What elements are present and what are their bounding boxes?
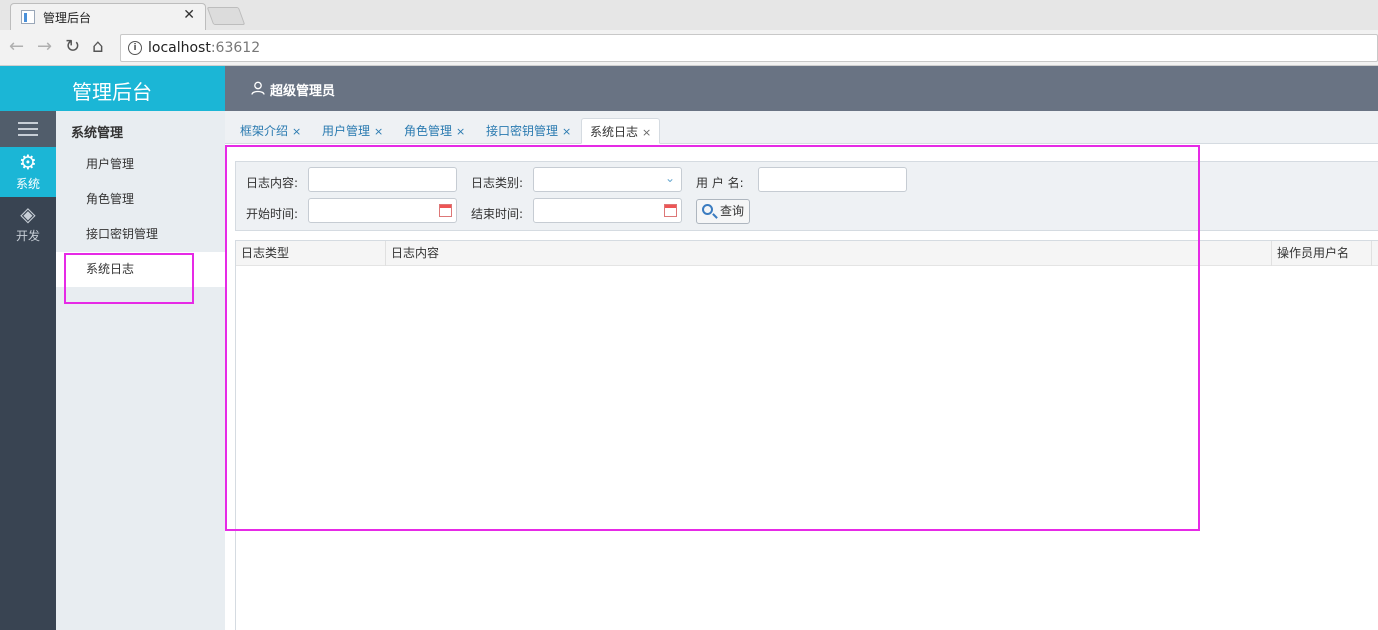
page-favicon-icon xyxy=(21,10,35,24)
browser-tab[interactable]: 管理后台 ✕ xyxy=(10,3,206,30)
gear-icon: ⚙ xyxy=(19,150,37,174)
log-table: 日志类型 日志内容 操作员用户名 xyxy=(235,240,1378,630)
page-tabs: 框架介绍 × 用户管理 × 角色管理 × 接口密钥管理 × 系统日志 × xyxy=(225,111,1378,144)
query-button[interactable]: 查询 xyxy=(696,199,750,224)
start-time-label: 开始时间: xyxy=(246,207,299,221)
menu-toggle-icon[interactable] xyxy=(0,111,56,147)
tab-label: 接口密钥管理 xyxy=(486,124,559,138)
home-icon[interactable]: ⌂ xyxy=(92,36,103,57)
submenu-item-api-keys[interactable]: 接口密钥管理 xyxy=(56,217,225,252)
url-text: localhost:63612 xyxy=(148,40,260,56)
log-content-input[interactable] xyxy=(308,167,457,192)
column-header-operator[interactable]: 操作员用户名 xyxy=(1272,241,1372,266)
tab-label: 系统日志 xyxy=(590,125,639,139)
brand-title: 管理后台 xyxy=(72,80,152,104)
submenu-title: 系统管理 xyxy=(71,126,124,141)
reload-icon[interactable]: ↻ xyxy=(65,36,80,57)
query-button-label: 查询 xyxy=(720,204,745,218)
tab-user-management[interactable]: 用户管理 × xyxy=(314,118,391,144)
top-header: 超级管理员 xyxy=(225,66,1378,111)
rail-item-label: 系统 xyxy=(15,177,40,191)
browser-toolbar: ← → ↻ ⌂ i localhost:63612 xyxy=(0,30,1378,66)
current-user-name[interactable]: 超级管理员 xyxy=(270,80,335,99)
tab-label: 角色管理 xyxy=(404,124,453,138)
column-header-log-type[interactable]: 日志类型 xyxy=(236,241,386,266)
calendar-icon[interactable] xyxy=(439,204,452,217)
log-type-label: 日志类别: xyxy=(471,176,524,190)
calendar-icon[interactable] xyxy=(664,204,677,217)
close-icon[interactable]: × xyxy=(456,125,465,138)
rail-item-develop[interactable]: ◈ 开发 xyxy=(0,199,56,249)
end-time-label: 结束时间: xyxy=(471,207,524,221)
tab-label: 用户管理 xyxy=(322,124,371,138)
tab-system-log[interactable]: 系统日志 × xyxy=(581,118,661,144)
table-header: 日志类型 日志内容 操作员用户名 xyxy=(236,241,1378,266)
cube-icon: ◈ xyxy=(20,202,36,226)
log-type-select[interactable]: ⌄ xyxy=(533,167,682,192)
address-bar[interactable]: i localhost:63612 xyxy=(120,34,1378,62)
admin-app: 管理后台 超级管理员 ⚙ 系统 ◈ 开发 系统管理 用户管理 角色管理 接口密钥… xyxy=(0,66,1378,630)
column-header-log-content[interactable]: 日志内容 xyxy=(386,241,1272,266)
close-icon[interactable]: × xyxy=(642,126,651,139)
new-tab-button[interactable] xyxy=(206,7,246,25)
back-arrow-icon[interactable]: ← xyxy=(9,36,24,57)
info-icon[interactable]: i xyxy=(128,41,142,55)
user-icon xyxy=(251,81,265,95)
column-header-truncated[interactable] xyxy=(1372,241,1378,266)
close-icon[interactable]: × xyxy=(292,125,301,138)
close-tab-icon[interactable]: ✕ xyxy=(183,7,195,23)
submenu-item-users[interactable]: 用户管理 xyxy=(56,147,225,182)
url-host: localhost xyxy=(148,40,211,56)
close-icon[interactable]: × xyxy=(374,125,383,138)
start-time-input[interactable] xyxy=(308,198,457,223)
tab-role-management[interactable]: 角色管理 × xyxy=(396,118,473,144)
submenu-item-system-log[interactable]: 系统日志 xyxy=(56,252,225,287)
rail-item-label: 开发 xyxy=(15,229,40,243)
username-input[interactable] xyxy=(758,167,907,192)
close-icon[interactable]: × xyxy=(562,125,571,138)
log-content-label: 日志内容: xyxy=(246,176,299,190)
url-port: :63612 xyxy=(210,40,261,56)
search-icon xyxy=(702,204,713,215)
tab-framework-intro[interactable]: 框架介绍 × xyxy=(232,118,309,144)
browser-tab-title: 管理后台 xyxy=(43,11,92,25)
end-time-input[interactable] xyxy=(533,198,682,223)
tab-label: 框架介绍 xyxy=(240,124,289,138)
browser-tabstrip: 管理后台 ✕ xyxy=(0,0,1378,30)
chevron-down-icon: ⌄ xyxy=(664,171,675,185)
module-rail: ⚙ 系统 ◈ 开发 xyxy=(0,111,56,630)
tab-api-key-management[interactable]: 接口密钥管理 × xyxy=(478,118,579,144)
username-label: 用 户 名: xyxy=(696,176,744,190)
search-form: 日志内容: 日志类别: ⌄ 用 户 名: 开始时间: 结束时间: 查询 xyxy=(235,161,1378,231)
submenu-item-roles[interactable]: 角色管理 xyxy=(56,182,225,217)
content-area: 日志内容: 日志类别: ⌄ 用 户 名: 开始时间: 结束时间: 查询 日志类型… xyxy=(225,145,1378,630)
submenu-panel: 系统管理 用户管理 角色管理 接口密钥管理 系统日志 xyxy=(56,111,225,630)
rail-item-system[interactable]: ⚙ 系统 xyxy=(0,147,56,197)
brand-bar: 管理后台 xyxy=(0,66,225,111)
forward-arrow-icon[interactable]: → xyxy=(37,36,52,57)
